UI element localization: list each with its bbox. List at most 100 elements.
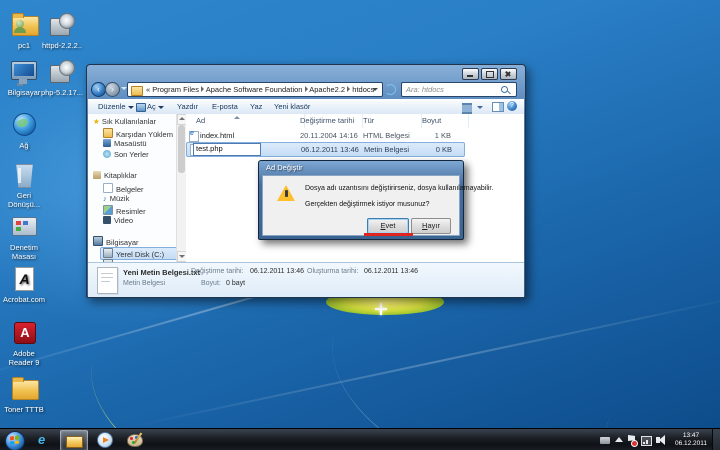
breadcrumb-item[interactable]: Apache Software Foundation: [206, 85, 303, 94]
open-app-icon: [136, 103, 146, 112]
computer-icon: [93, 236, 103, 246]
downloads-icon: [103, 128, 113, 138]
taskbar-paint-button[interactable]: [122, 430, 148, 450]
details-modified-label: Değiştirme tarihi:: [191, 268, 244, 275]
nav-computer[interactable]: Bilgisayar: [93, 236, 139, 247]
desktop-icon-label: Adobe Reader 9: [0, 350, 48, 367]
column-header-date[interactable]: Değiştirme tarihi: [295, 114, 363, 128]
desktop-icon-control-panel[interactable]: Denetim Masası: [0, 212, 48, 261]
file-size: 1 KB: [417, 129, 451, 142]
adobe-a-glyph: A: [20, 325, 29, 340]
forward-button[interactable]: ›: [105, 82, 120, 97]
file-row-test-php[interactable]: test.php 06.12.2011 13:46 Metin Belgesi …: [186, 142, 465, 157]
column-header-name[interactable]: Ad: [186, 114, 305, 128]
start-button[interactable]: [5, 431, 25, 450]
action-center-alert-badge: [631, 440, 638, 447]
toolbar-ac[interactable]: Aç: [147, 99, 164, 114]
installer-icon: [50, 18, 70, 36]
column-header-size[interactable]: Boyut: [417, 114, 469, 128]
breadcrumb-overflow[interactable]: «: [146, 85, 150, 94]
back-button[interactable]: ‹: [91, 82, 106, 97]
views-dropdown-icon[interactable]: [477, 106, 483, 109]
nav-documents[interactable]: Belgeler: [103, 183, 144, 194]
maximize-button[interactable]: [481, 68, 498, 80]
yes-button[interactable]: Evet: [367, 218, 409, 234]
nav-libraries[interactable]: Kitaplıklar: [93, 171, 137, 180]
address-dropdown-icon[interactable]: [372, 88, 378, 91]
taskbar-ie-button[interactable]: e: [30, 430, 56, 450]
show-desktop-button[interactable]: [712, 429, 720, 450]
navigation-pane: ★ Sık Kullanılanlar Karşıdan Yüklem Masa…: [88, 114, 176, 262]
nav-recent[interactable]: Son Yerler: [103, 150, 149, 159]
rename-edit-box[interactable]: test.php: [193, 143, 261, 156]
network-icon[interactable]: [641, 436, 652, 446]
file-size: 0 KB: [418, 143, 452, 156]
rename-dialog: Ad Değiştir Dosya adı uzantısını değişti…: [258, 160, 464, 240]
text-document-icon: [97, 267, 118, 294]
caption-button-group: [462, 68, 517, 80]
desktop-icon-httpd-installer[interactable]: httpd-2.2.2..: [38, 10, 86, 51]
desktop-icon-label: httpd-2.2.2..: [38, 42, 86, 51]
desktop-icon-label: Geri Dönüşü...: [0, 192, 48, 209]
desktop-icon-network[interactable]: Ağ: [0, 110, 48, 151]
minimize-button[interactable]: [462, 68, 479, 80]
toolbar-duzenle[interactable]: Düzenle: [98, 99, 134, 114]
toolbar-yeni-klasor[interactable]: Yeni klasör: [274, 99, 310, 114]
search-placeholder: Ara: htdocs: [406, 83, 444, 96]
desktop-icon-adobe-reader[interactable]: A Adobe Reader 9: [0, 318, 48, 367]
sort-ascending-icon: [234, 116, 240, 119]
desktop-icon-label: Acrobat.com: [0, 296, 48, 305]
details-size-label: Boyut:: [201, 280, 221, 287]
nav-favorites[interactable]: ★ Sık Kullanılanlar: [93, 117, 156, 126]
details-created-label: Oluşturma tarihi:: [307, 268, 358, 275]
desktop-icon-php-installer[interactable]: php-5.2.17...: [38, 57, 86, 98]
close-button[interactable]: [500, 68, 517, 80]
nav-video[interactable]: Video: [103, 216, 133, 225]
column-header-type[interactable]: Tür: [358, 114, 422, 128]
nav-downloads[interactable]: Karşıdan Yüklem: [103, 128, 173, 139]
details-filetype: Metin Belgesi: [123, 280, 165, 287]
toolbar-yaz[interactable]: Yaz: [250, 99, 262, 114]
file-name: index.html: [200, 129, 234, 142]
file-date: 20.11.2004 14:16: [300, 129, 358, 142]
desktop-icon-label: Ağ: [0, 142, 48, 151]
installer-icon: [50, 65, 70, 83]
breadcrumb-item[interactable]: Program Files: [152, 85, 199, 94]
desktop-icon-toner-folder[interactable]: Toner TTTB: [0, 374, 48, 415]
clock-time: 13:47: [672, 432, 710, 440]
address-folder-icon: [131, 86, 143, 96]
breadcrumb-item[interactable]: Apache2.2: [309, 85, 345, 94]
toolbar-eposta[interactable]: E-posta: [212, 99, 238, 114]
address-bar[interactable]: « Program Files Apache Software Foundati…: [127, 82, 383, 97]
preview-pane-icon[interactable]: [492, 102, 504, 112]
desktop-icon-recycle-bin[interactable]: Geri Dönüşü...: [0, 160, 48, 209]
music-icon: ♪: [103, 194, 107, 203]
file-row-index-html[interactable]: e index.html 20.11.2004 14:16 HTML Belge…: [186, 129, 464, 142]
dialog-body: Dosya adı uzantısını değiştirirseniz, do…: [262, 175, 460, 236]
nav-music[interactable]: ♪Müzik: [103, 194, 129, 203]
nav-desktop[interactable]: Masaüstü: [103, 139, 147, 148]
desktop-icon-label: Denetim Masası: [0, 244, 48, 261]
acrobat-a-glyph: A: [19, 271, 29, 287]
tray-show-hidden-icon[interactable]: [615, 437, 623, 442]
ie-e-glyph: e: [190, 130, 194, 137]
search-icon-handle: [507, 91, 511, 95]
nav-pictures[interactable]: Resimler: [103, 205, 146, 216]
dialog-message-line2: Gerçekten değiştirmek istiyor musunuz?: [305, 201, 430, 208]
views-icon[interactable]: [462, 103, 472, 114]
toolbar-yazdir[interactable]: Yazdır: [177, 99, 198, 114]
taskbar-wmp-button[interactable]: [92, 430, 118, 450]
search-box[interactable]: Ara: htdocs: [401, 82, 517, 97]
help-icon[interactable]: ?: [507, 101, 517, 111]
taskbar-explorer-button[interactable]: [60, 430, 88, 450]
breadcrumb-separator-icon: [305, 86, 308, 92]
taskbar-clock[interactable]: 13:47 06.12.2011: [672, 432, 710, 448]
desktop-icon-acrobat-com[interactable]: A Acrobat.com: [0, 264, 48, 305]
documents-icon: [103, 183, 113, 193]
no-button[interactable]: Hayır: [411, 218, 451, 234]
refresh-icon[interactable]: [385, 84, 396, 95]
tray-device-icon[interactable]: [600, 437, 610, 444]
scrollbar-thumb[interactable]: [178, 125, 185, 173]
dialog-message-line1: Dosya adı uzantısını değiştirirseniz, do…: [305, 185, 493, 192]
breadcrumb: « Program Files Apache Software Foundati…: [146, 83, 374, 96]
